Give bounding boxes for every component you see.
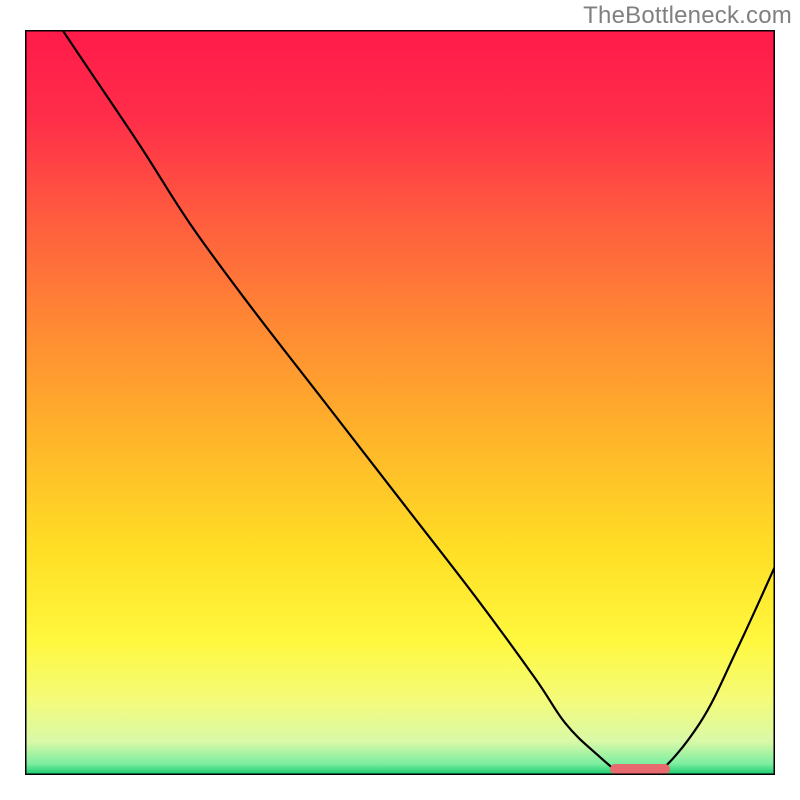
bottleneck-plot xyxy=(25,30,775,775)
plot-svg xyxy=(25,30,775,775)
optimal-range-marker xyxy=(610,764,670,774)
chart-container: TheBottleneck.com xyxy=(0,0,800,800)
watermark-text: TheBottleneck.com xyxy=(583,2,792,30)
